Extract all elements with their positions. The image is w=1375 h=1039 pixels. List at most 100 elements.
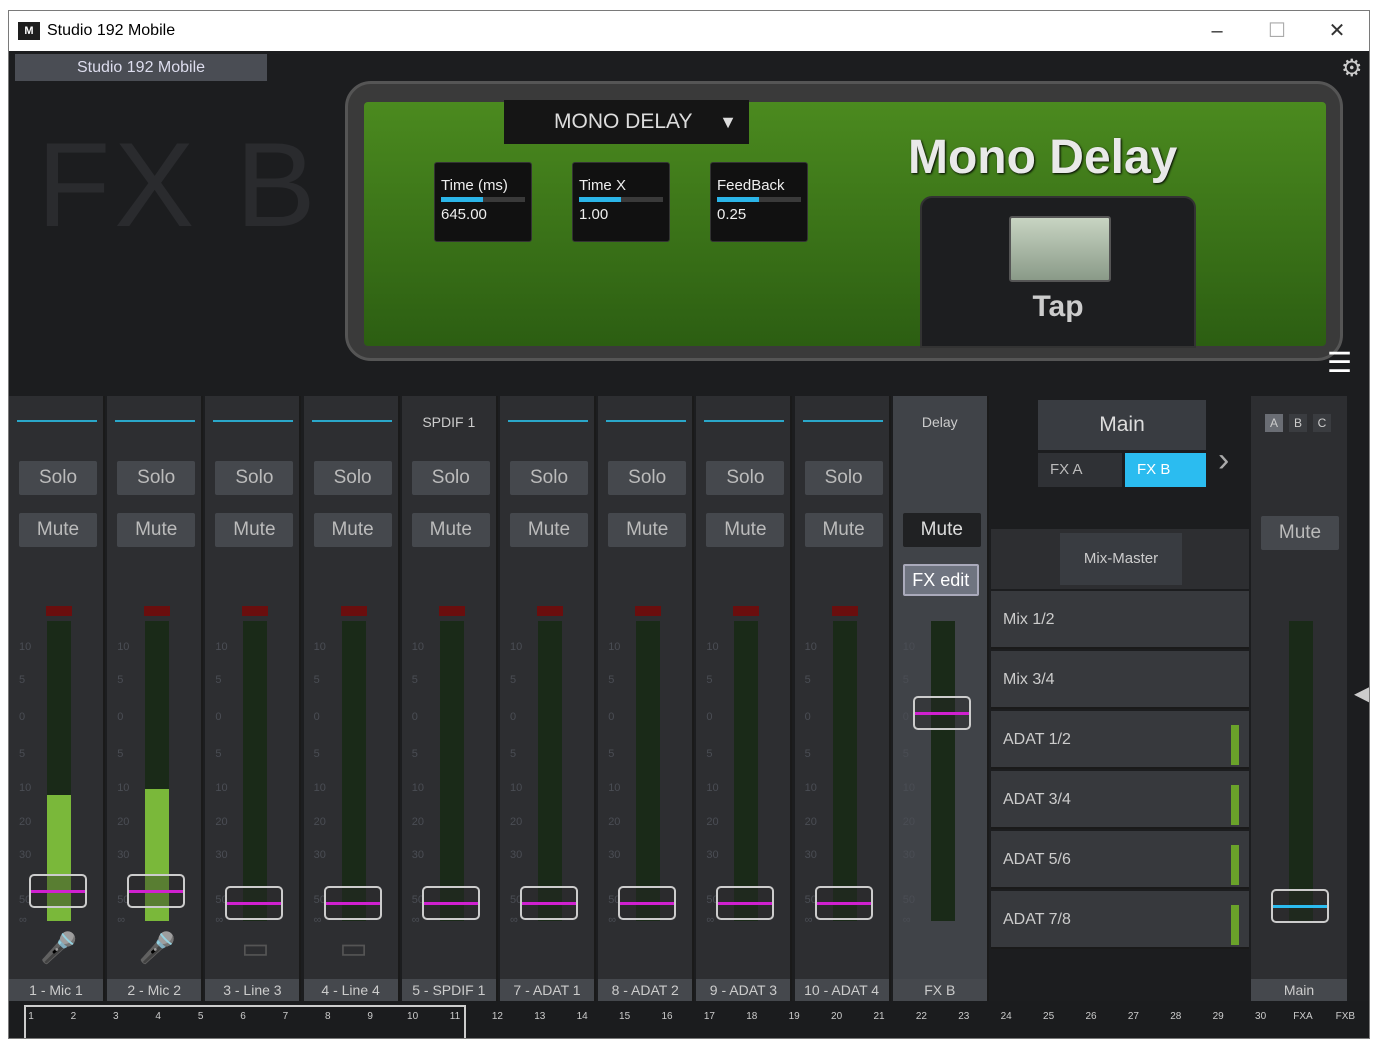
scene-c-button[interactable]: C xyxy=(1313,414,1331,432)
param-time-ms[interactable]: Time (ms) 645.00 xyxy=(434,162,532,242)
minimize-button[interactable]: – xyxy=(1197,19,1237,43)
mute-button[interactable]: Mute xyxy=(411,513,490,547)
solo-button[interactable]: Solo xyxy=(215,461,294,495)
main-mix-button[interactable]: Main xyxy=(1038,400,1206,450)
solo-button[interactable]: Solo xyxy=(608,461,687,495)
clip-indicator xyxy=(340,606,367,616)
mute-button[interactable]: Mute xyxy=(19,513,97,547)
eq-curve xyxy=(508,420,588,422)
fader-line xyxy=(620,902,675,905)
solo-button[interactable]: Solo xyxy=(19,461,97,495)
gear-icon[interactable]: ⚙ xyxy=(1341,54,1363,83)
channel-fader[interactable] xyxy=(716,886,775,920)
scene-b-button[interactable]: B xyxy=(1289,414,1307,432)
app-logo-icon: M xyxy=(18,22,40,40)
fx-b-button[interactable]: FX B xyxy=(1125,453,1206,487)
device-tab[interactable]: Studio 192 Mobile xyxy=(15,54,267,81)
mute-button[interactable]: Mute xyxy=(804,513,883,547)
scene-a-button[interactable]: A xyxy=(1265,414,1283,432)
param-feedback[interactable]: FeedBack 0.25 xyxy=(710,162,808,242)
mix-output-row[interactable]: Mix 1/2 xyxy=(991,591,1249,649)
channel-name: 1 - Mic 1 xyxy=(9,979,103,1001)
scale-tick: 5 xyxy=(215,674,222,686)
level-meter xyxy=(538,621,562,921)
scale-tick: 5 xyxy=(608,674,615,686)
eq-curve xyxy=(115,420,196,422)
scale-tick: 5 xyxy=(19,748,26,760)
mute-button[interactable]: Mute xyxy=(706,513,785,547)
channel-fader[interactable] xyxy=(814,886,873,920)
solo-button[interactable]: Solo xyxy=(804,461,883,495)
navigator-tick: 20 xyxy=(831,1011,843,1022)
preset-dropdown[interactable]: MONO DELAY ▼ xyxy=(504,100,749,144)
mix-master-button[interactable]: Mix-Master xyxy=(1060,533,1182,585)
channel-strip: Solo Mute 10 5 0 5 10 20 30 50 ∞ ▭ 3 - Line 3 xyxy=(205,396,302,1001)
param-value: 0.25 xyxy=(717,206,747,223)
fx-mute-button[interactable]: Mute xyxy=(902,513,981,547)
navigator-tick: 9 xyxy=(367,1011,373,1022)
mute-button[interactable]: Mute xyxy=(313,513,392,547)
scale-tick: ∞ xyxy=(902,914,911,926)
clip-indicator xyxy=(831,606,858,616)
scale-tick: 5 xyxy=(510,748,517,760)
scale-tick: 0 xyxy=(804,711,811,723)
mix-output-row[interactable]: ADAT 5/6 xyxy=(991,831,1249,889)
list-icon[interactable]: ☰ xyxy=(1327,346,1352,379)
expand-left-icon[interactable]: ◀ xyxy=(1354,681,1369,706)
channel-fader[interactable] xyxy=(225,886,284,920)
navigator-tick: 15 xyxy=(619,1011,631,1022)
channel-strip: SPDIF 1 Solo Mute 10 5 0 5 10 20 30 50 ∞ 5 - SPDIF 1 xyxy=(401,396,498,1001)
channel-navigator[interactable]: 1 2 3 4 5 6 7 8 9 10 11 12 13 14 15 16 17 18 19 20 21 22 23 24 2… xyxy=(9,1001,1369,1038)
solo-button[interactable]: Solo xyxy=(706,461,785,495)
mix-output-row[interactable]: Mix 3/4 xyxy=(991,651,1249,709)
scale-tick: ∞ xyxy=(19,914,27,926)
mix-output-row[interactable]: ADAT 7/8 xyxy=(991,891,1249,949)
source-icon xyxy=(628,931,668,971)
navigator-tick: 3 xyxy=(113,1011,119,1022)
tap-button[interactable] xyxy=(1009,216,1111,282)
app-window: M Studio 192 Mobile – ☐ ✕ Studio 192 Mob… xyxy=(8,10,1370,1039)
channel-name: 9 - ADAT 3 xyxy=(696,979,791,1001)
fx-edit-button[interactable]: FX edit xyxy=(902,564,979,596)
channel-fader[interactable] xyxy=(618,886,677,920)
fx-strip: Delay Mute FX edit 10 5 0 5 10 20 30 50 ∞ FX B xyxy=(892,396,989,1001)
level-meter xyxy=(832,621,857,921)
chevron-right-icon[interactable]: › xyxy=(1218,441,1229,480)
mute-button[interactable]: Mute xyxy=(117,513,196,547)
maximize-button[interactable]: ☐ xyxy=(1257,19,1297,43)
param-time-x[interactable]: Time X 1.00 xyxy=(572,162,670,242)
scale-tick: 10 xyxy=(804,782,817,794)
navigator-tick: 29 xyxy=(1212,1011,1224,1022)
channel-fader[interactable] xyxy=(520,886,578,920)
channel-fader[interactable] xyxy=(29,874,87,908)
main-mute-button[interactable]: Mute xyxy=(1261,516,1339,550)
navigator-tick: 28 xyxy=(1170,1011,1182,1022)
mute-button[interactable]: Mute xyxy=(510,513,588,547)
channel-strip: Solo Mute 10 5 0 5 10 20 30 50 ∞ 🎤 2 - Mic 2 xyxy=(107,396,204,1001)
mute-button[interactable]: Mute xyxy=(215,513,294,547)
solo-button[interactable]: Solo xyxy=(411,461,490,495)
solo-button[interactable]: Solo xyxy=(117,461,196,495)
plugin-name: Mono Delay xyxy=(908,131,1178,184)
scale-tick: 5 xyxy=(510,674,517,686)
clip-indicator xyxy=(733,606,760,616)
fader-line xyxy=(325,902,380,905)
fader-line xyxy=(914,712,969,715)
solo-button[interactable]: Solo xyxy=(510,461,588,495)
navigator-tick: 16 xyxy=(661,1011,673,1022)
channel-fader[interactable] xyxy=(421,886,480,920)
mute-button[interactable]: Mute xyxy=(608,513,687,547)
close-button[interactable]: ✕ xyxy=(1317,19,1357,43)
channel-fader[interactable] xyxy=(323,886,382,920)
fx-a-button[interactable]: FX A xyxy=(1038,453,1122,487)
mix-output-row[interactable]: ADAT 3/4 xyxy=(991,771,1249,829)
fx-fader[interactable] xyxy=(912,696,971,730)
main-fader[interactable] xyxy=(1271,889,1329,923)
solo-button[interactable]: Solo xyxy=(313,461,392,495)
mix-master-row: Mix-Master xyxy=(991,529,1249,589)
channel-fader[interactable] xyxy=(127,874,186,908)
param-label: FeedBack xyxy=(717,177,785,194)
main-meter xyxy=(1289,621,1313,921)
mix-output-row[interactable]: ADAT 1/2 xyxy=(991,711,1249,769)
fader-line xyxy=(718,902,773,905)
